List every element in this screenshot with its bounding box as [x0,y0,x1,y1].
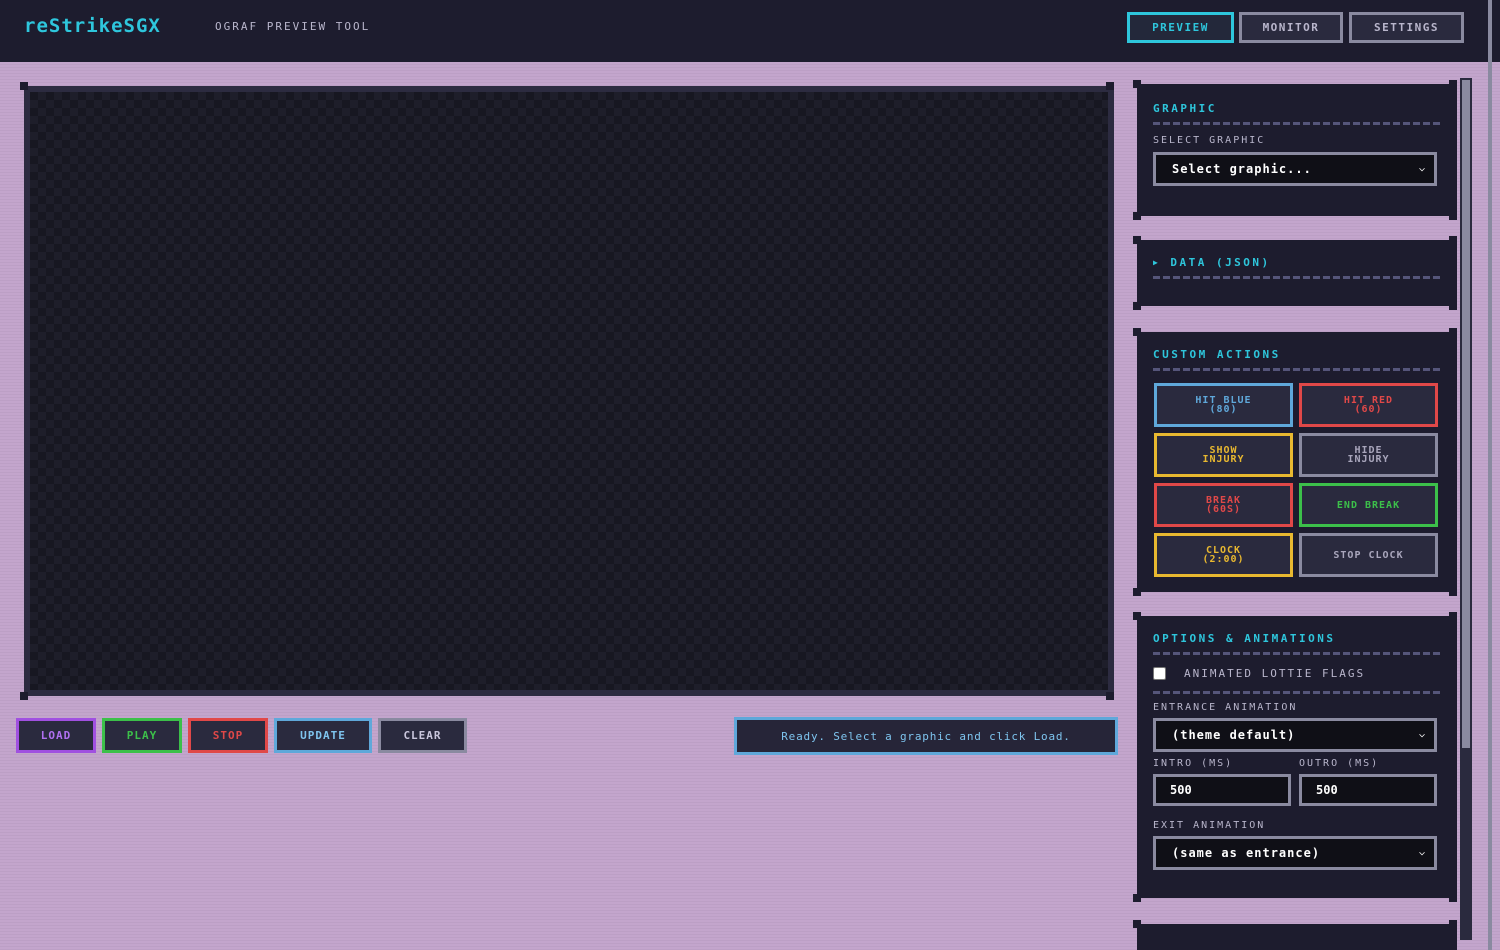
next-panel [1137,924,1457,950]
hit-blue-button[interactable]: HIT BLUE (80) [1154,383,1293,427]
panel-corner [1449,328,1457,336]
end-break-button[interactable]: END BREAK [1299,483,1438,527]
divider [1153,276,1441,279]
preview-stage-frame [24,86,1114,696]
stop-clock-button[interactable]: STOP CLOCK [1299,533,1438,577]
data-json-panel: ▶ DATA (JSON) [1137,240,1457,306]
outro-label: OUTRO (MS) [1299,758,1380,769]
status-message: Ready. Select a graphic and click Load. [734,717,1118,755]
entrance-animation-label: ENTRANCE ANIMATION [1153,702,1298,713]
top-bar: reStrikeSGX OGRAF PREVIEW TOOL PREVIEW M… [0,0,1500,62]
lottie-flags-label: ANIMATED LOTTIE FLAGS [1184,666,1366,680]
panel-corner [1449,236,1457,244]
panel-corner [1133,894,1141,902]
divider [1153,652,1441,655]
panel-corner [1449,612,1457,620]
panel-corner [1449,212,1457,220]
app-subtitle: OGRAF PREVIEW TOOL [215,20,371,33]
graphic-panel-title: GRAPHIC [1153,101,1217,115]
outro-group: OUTRO (MS) 500 [1299,758,1437,806]
hit-red-button[interactable]: HIT RED (60) [1299,383,1438,427]
exit-animation-select[interactable]: (same as entrance) ⌵ [1153,836,1437,870]
intro-ms-input[interactable]: 500 [1153,774,1291,806]
panel-corner [1449,302,1457,310]
load-button[interactable]: LOAD [16,718,96,753]
panel-corner [1133,212,1141,220]
duration-row: INTRO (MS) 500 OUTRO (MS) 500 [1153,758,1441,806]
panel-corner [1133,920,1141,928]
chevron-down-icon: ⌵ [1418,729,1426,740]
preview-stage [30,92,1108,690]
update-button[interactable]: UPDATE [274,718,372,753]
custom-actions-title: CUSTOM ACTIONS [1153,347,1281,361]
divider [1153,368,1441,371]
data-json-toggle[interactable]: ▶ DATA (JSON) [1153,252,1441,272]
panel-corner [1133,236,1141,244]
divider [1153,691,1441,694]
entrance-animation-select[interactable]: (theme default) ⌵ [1153,718,1437,752]
triangle-right-icon: ▶ [1153,257,1161,267]
show-injury-button[interactable]: SHOW INJURY [1154,433,1293,477]
panel-corner [1449,588,1457,596]
intro-group: INTRO (MS) 500 [1153,758,1291,806]
nav-preview-button[interactable]: PREVIEW [1127,12,1234,43]
panel-corner [1449,80,1457,88]
stage-corner [20,82,28,90]
graphic-select-value: Select graphic... [1172,162,1312,176]
panel-corner [1449,894,1457,902]
panel-corner [1133,80,1141,88]
clear-button[interactable]: CLEAR [378,718,467,753]
break-button[interactable]: BREAK (60S) [1154,483,1293,527]
select-graphic-label: SELECT GRAPHIC [1153,135,1266,146]
panel-corner [1133,588,1141,596]
chevron-down-icon: ⌵ [1418,163,1426,174]
stage-corner [1106,692,1114,700]
panel-corner [1133,328,1141,336]
panel-corner [1133,302,1141,310]
custom-actions-panel: CUSTOM ACTIONS HIT BLUE (80) HIT RED (60… [1137,332,1457,592]
nav-monitor-button[interactable]: MONITOR [1239,12,1343,43]
app-logo: reStrikeSGX [24,15,161,37]
stop-button[interactable]: STOP [188,718,268,753]
options-title: OPTIONS & ANIMATIONS [1153,631,1336,645]
stage-corner [20,692,28,700]
window-edge [1488,0,1492,950]
graphic-select[interactable]: Select graphic... ⌵ [1153,152,1437,186]
clock-button[interactable]: CLOCK (2:00) [1154,533,1293,577]
graphic-panel: GRAPHIC SELECT GRAPHIC Select graphic...… [1137,84,1457,216]
entrance-animation-value: (theme default) [1172,728,1296,742]
outro-ms-input[interactable]: 500 [1299,774,1437,806]
exit-animation-label: EXIT ANIMATION [1153,820,1266,831]
lottie-flags-row: ANIMATED LOTTIE FLAGS [1153,665,1441,681]
options-animations-panel: OPTIONS & ANIMATIONS ANIMATED LOTTIE FLA… [1137,616,1457,898]
nav-settings-button[interactable]: SETTINGS [1349,12,1464,43]
data-json-title: DATA (JSON) [1170,255,1271,269]
sidebar-scroll-thumb[interactable] [1462,80,1470,748]
lottie-flags-checkbox[interactable] [1153,666,1166,680]
panel-corner [1133,612,1141,620]
intro-label: INTRO (MS) [1153,758,1234,769]
stage-corner [1106,82,1114,90]
panel-corner [1449,920,1457,928]
hide-injury-button[interactable]: HIDE INJURY [1299,433,1438,477]
exit-animation-value: (same as entrance) [1172,846,1321,860]
chevron-down-icon: ⌵ [1418,847,1426,858]
play-button[interactable]: PLAY [102,718,182,753]
divider [1153,122,1441,125]
